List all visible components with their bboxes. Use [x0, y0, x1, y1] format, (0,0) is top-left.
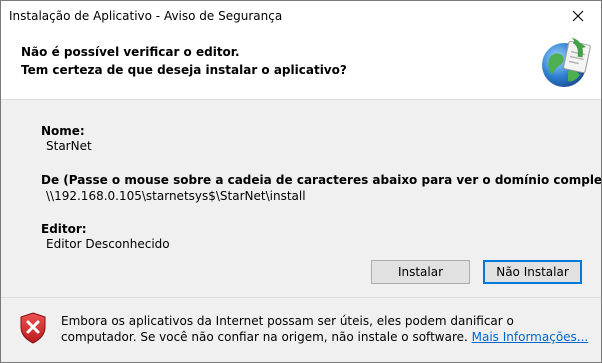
close-button[interactable]	[555, 1, 601, 31]
security-warning-dialog: Instalação de Aplicativo - Aviso de Segu…	[0, 0, 602, 363]
dont-install-button[interactable]: Não Instalar	[483, 260, 582, 284]
warning-message: Embora os aplicativos da Internet possam…	[61, 314, 514, 344]
install-button[interactable]: Instalar	[371, 260, 470, 284]
header-line-2: Tem certeza de que deseja instalar o apl…	[21, 63, 347, 77]
title-bar: Instalação de Aplicativo - Aviso de Segu…	[1, 1, 601, 31]
window-title: Instalação de Aplicativo - Aviso de Segu…	[9, 9, 283, 23]
from-value[interactable]: \\192.168.0.105\starnetsys$\StarNet\inst…	[46, 189, 306, 203]
from-label: De (Passe o mouse sobre a cadeia de cara…	[41, 173, 602, 187]
publisher-value: Editor Desconhecido	[46, 237, 170, 251]
footer-text: Embora os aplicativos da Internet possam…	[61, 313, 591, 345]
publisher-label: Editor:	[41, 222, 87, 236]
footer-warning: Embora os aplicativos da Internet possam…	[1, 297, 601, 362]
name-label: Nome:	[41, 124, 85, 138]
details-panel: Nome: StarNet De (Passe o mouse sobre a …	[1, 100, 601, 290]
header-panel: Não é possível verificar o editor. Tem c…	[1, 31, 601, 100]
more-info-link[interactable]: Mais Informações...	[472, 330, 589, 344]
header-line-1: Não é possível verificar o editor.	[21, 45, 240, 59]
shield-warning-icon	[20, 312, 46, 344]
globe-install-icon	[542, 37, 591, 87]
close-icon	[572, 10, 584, 22]
name-value: StarNet	[46, 139, 92, 153]
